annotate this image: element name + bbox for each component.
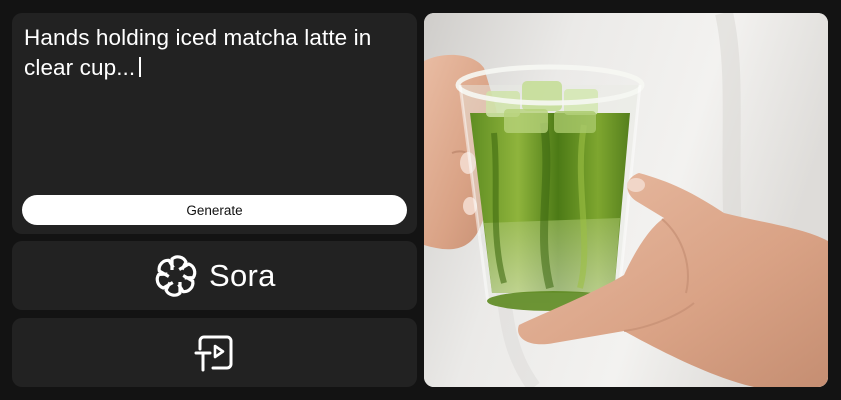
storyboard-icon xyxy=(194,335,233,372)
matcha-photo-illustration xyxy=(424,13,828,387)
brand-name: Sora xyxy=(209,258,276,293)
matcha-photo xyxy=(424,13,828,387)
storyboard-panel[interactable] xyxy=(12,318,417,387)
brand-panel: Sora xyxy=(12,241,417,310)
text-cursor xyxy=(139,57,141,77)
openai-logo-icon xyxy=(155,255,197,297)
prompt-input[interactable]: Hands holding iced matcha latte in clear… xyxy=(24,23,404,83)
prompt-panel: Hands holding iced matcha latte in clear… xyxy=(12,13,417,234)
prompt-text: Hands holding iced matcha latte in clear… xyxy=(24,25,372,80)
generate-button[interactable]: Generate xyxy=(22,195,407,225)
